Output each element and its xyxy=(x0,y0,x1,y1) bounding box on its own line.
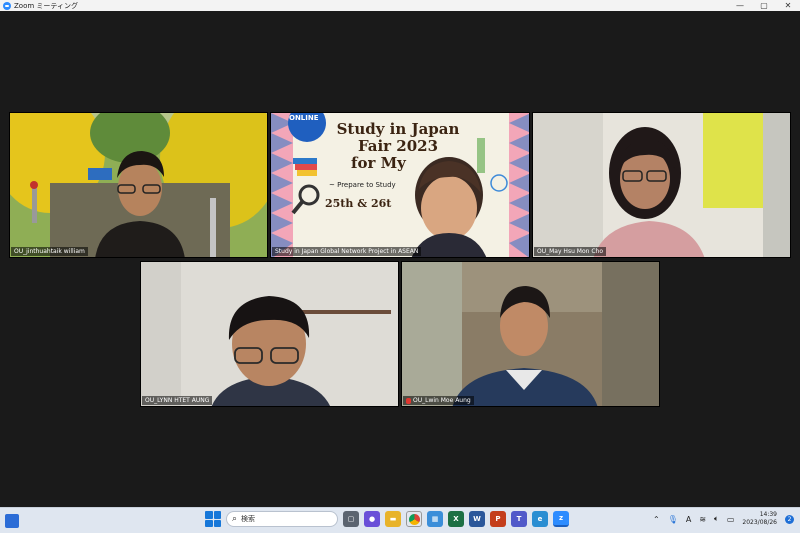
minimize-button[interactable]: — xyxy=(728,1,752,10)
participant-tile-may[interactable]: OU_May Hsu Mon Cho xyxy=(532,112,791,258)
slide-title: Study in Japan Fair 2023 for My xyxy=(323,121,473,172)
clock-time: 14:39 xyxy=(759,511,777,518)
task-view-icon[interactable]: ▢ xyxy=(343,511,359,527)
battery-icon[interactable]: ▭ xyxy=(727,515,735,524)
participant-tile-lynn[interactable]: OU_LYNN HTET AUNG xyxy=(140,261,399,407)
search-icon: ⌕ xyxy=(232,514,238,524)
participant-tile-lwin[interactable]: OU_Lwin Moe Aung xyxy=(401,261,660,407)
taskbar-center: ⌕ 検索 ▢ ● ▬ ▦ X W P T e z xyxy=(205,511,569,527)
participant-tile-sij-asean[interactable]: ONLINE Study in Japan Fair 2023 for My ~… xyxy=(270,112,530,258)
notification-badge[interactable]: 2 xyxy=(785,514,794,524)
zoom-app-icon[interactable]: z xyxy=(553,511,569,527)
zoom-logo-icon xyxy=(3,1,11,10)
windows-taskbar: ⌕ 検索 ▢ ● ▬ ▦ X W P T e z ⌃ 🎙︎ A ≋ 🔈︎ ▭ 1… xyxy=(0,507,800,533)
file-explorer-icon[interactable]: ▬ xyxy=(385,511,401,527)
window-title: Zoom ミーティング xyxy=(14,1,78,10)
window-title-bar[interactable]: Zoom ミーティング — ▢ ✕ xyxy=(0,0,800,11)
participant-name-label: OU_Lwin Moe Aung xyxy=(403,396,474,405)
maximize-button[interactable]: ▢ xyxy=(752,1,776,10)
online-badge: ONLINE xyxy=(289,114,319,122)
video-feed xyxy=(141,262,398,406)
wifi-icon[interactable]: ≋ xyxy=(699,515,706,524)
chevron-up-icon[interactable]: ⌃ xyxy=(653,515,660,524)
mic-muted-icon xyxy=(406,397,411,404)
teams-icon[interactable]: T xyxy=(511,511,527,527)
video-feed xyxy=(402,262,659,406)
clock-date: 2023/08/26 xyxy=(742,519,777,526)
teams-chat-icon[interactable]: ● xyxy=(364,511,380,527)
participant-name-label: OU_jinthuahtaik william xyxy=(11,247,88,256)
chrome-icon[interactable] xyxy=(406,511,422,527)
slide-title-line2: Fair 2023 xyxy=(357,137,439,155)
slide-title-line1: Study in Japan xyxy=(336,120,460,138)
search-placeholder: 検索 xyxy=(241,515,256,523)
participant-name-label: OU_May Hsu Mon Cho xyxy=(534,247,606,256)
system-tray: ⌃ 🎙︎ A ≋ 🔈︎ ▭ 14:39 2023/08/26 2 xyxy=(653,511,794,527)
slide-subtitle: ~ Prepare to Study xyxy=(329,181,396,189)
edge-icon[interactable]: e xyxy=(532,511,548,527)
volume-icon[interactable]: 🔈︎ xyxy=(714,514,719,524)
clock[interactable]: 14:39 2023/08/26 xyxy=(742,511,777,527)
participant-name-label: Study in Japan Global Network Project in… xyxy=(272,247,422,256)
taskbar-search-box[interactable]: ⌕ 検索 xyxy=(226,511,338,527)
store-icon[interactable]: ▦ xyxy=(427,511,443,527)
ime-indicator[interactable]: A xyxy=(686,515,691,524)
video-feed xyxy=(10,113,267,257)
excel-icon[interactable]: X xyxy=(448,511,464,527)
widgets-icon[interactable] xyxy=(5,514,19,528)
close-button[interactable]: ✕ xyxy=(776,1,800,10)
microphone-icon[interactable]: 🎙︎ xyxy=(668,515,678,524)
slide-dates: 25th & 26t xyxy=(325,197,392,210)
word-icon[interactable]: W xyxy=(469,511,485,527)
participant-name-label: OU_LYNN HTET AUNG xyxy=(142,396,213,405)
participant-tile-william[interactable]: OU_jinthuahtaik william xyxy=(9,112,268,258)
meeting-gallery: OU_jinthuahtaik william ONLINE Study in … xyxy=(0,11,800,507)
video-feed xyxy=(533,113,790,257)
powerpoint-icon[interactable]: P xyxy=(490,511,506,527)
start-button-icon[interactable] xyxy=(205,511,221,527)
slide-title-line3: for My xyxy=(351,154,406,172)
